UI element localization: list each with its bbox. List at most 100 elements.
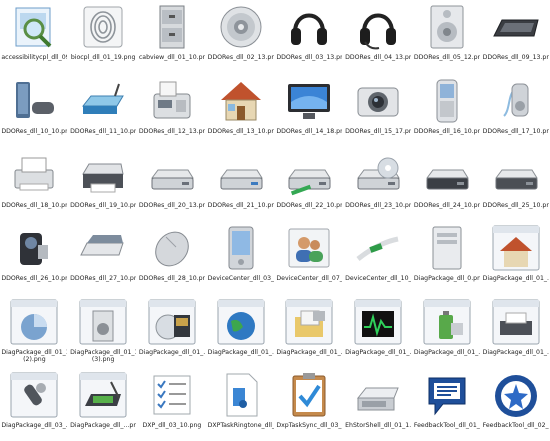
computer-tower-icon xyxy=(421,223,473,273)
file-tile[interactable]: DDORes_dll_09_13.png xyxy=(481,0,550,74)
file-tile[interactable]: DDORes_dll_19_10.png xyxy=(69,148,138,221)
file-name-label: DiagPackage_dll_01_... xyxy=(413,349,480,356)
file-tile[interactable]: DDORes_dll_05_12.png xyxy=(413,0,482,74)
file-tile[interactable]: DDORes_dll_21_10.png xyxy=(206,148,275,221)
file-tile[interactable]: DiagPackage_dll_01_13 (3).png xyxy=(69,295,138,368)
file-tile[interactable]: DDORes_dll_23_10.png xyxy=(344,148,413,221)
globe-window-icon xyxy=(215,297,267,347)
file-tile[interactable]: DiagPackage_dll_0.png xyxy=(413,221,482,295)
file-name-label: DDORes_dll_14_18.png xyxy=(276,128,343,135)
file-tile[interactable]: DDORes_dll_25_10.png xyxy=(481,148,550,221)
file-name-label: DXPTaskRingtone_dll_... xyxy=(207,422,274,429)
file-tile[interactable]: DDORes_dll_14_18.png xyxy=(275,74,344,148)
file-name-label: FeedbackTool_dll_01_... xyxy=(413,422,480,429)
file-tile[interactable]: DDORes_dll_10_10.png xyxy=(0,74,69,148)
file-name-label: DDORes_dll_15_17.png xyxy=(345,128,412,135)
file-tile[interactable]: DeviceCenter_dll_07_... xyxy=(275,221,344,295)
users-icon xyxy=(283,223,335,273)
file-name-label: DeviceCenter_dll_07_... xyxy=(276,275,343,282)
cabinet-file-icon xyxy=(146,2,198,52)
clipboard-check-icon xyxy=(283,370,335,420)
file-tile[interactable]: DiagPackage_dll_01_... xyxy=(138,295,207,368)
file-name-label: DDORes_dll_18_10.png xyxy=(1,202,68,209)
file-name-label: DDORes_dll_17_10.png xyxy=(482,128,549,135)
file-tile[interactable]: accessibilitycpl_dll_09_... xyxy=(0,0,69,74)
file-tile[interactable]: DDORes_dll_13_10.png xyxy=(206,74,275,148)
file-tile[interactable]: DiagPackage_dll_01_... xyxy=(413,295,482,368)
file-tile[interactable]: DiagPackage_dll_01_13 (2).png xyxy=(0,295,69,368)
scanner-icon xyxy=(77,223,129,273)
pen-tablet-window-icon xyxy=(77,370,129,420)
file-name-label: cabview_dll_01_10.png xyxy=(138,54,205,61)
file-name-label: accessibilitycpl_dll_09_... xyxy=(1,54,67,61)
file-tile[interactable]: DeviceCenter_dll_10_... xyxy=(344,221,413,295)
file-tile[interactable]: DDORes_dll_22_10.png xyxy=(275,148,344,221)
file-tile[interactable]: DeviceCenter_dll_03_... xyxy=(206,221,275,295)
monitor-icon xyxy=(283,76,335,126)
drive-dark-icon xyxy=(490,150,542,200)
drive-icon xyxy=(146,150,198,200)
file-name-label: DDORes_dll_25_10.png xyxy=(482,202,549,209)
network-drive-icon xyxy=(283,150,335,200)
folder-window-icon xyxy=(283,297,335,347)
file-tile[interactable]: DDORes_dll_18_10.png xyxy=(0,148,69,221)
file-name-label: DiagPackage_dll_01_... xyxy=(276,349,343,356)
keyboard-icon xyxy=(490,2,542,52)
file-tile[interactable]: DDORes_dll_26_10.png xyxy=(0,221,69,295)
game-console-icon xyxy=(8,76,60,126)
printer-window-icon xyxy=(490,297,542,347)
mobile-phone-icon xyxy=(421,76,473,126)
file-tile[interactable]: DXP_dll_03_10.png xyxy=(138,368,207,441)
feedback-circle-icon xyxy=(490,370,542,420)
file-tile[interactable]: DDORes_dll_12_13.png xyxy=(138,74,207,148)
file-name-label: biocpl_dll_01_19.png xyxy=(70,54,136,61)
file-tile[interactable]: FeedbackTool_dll_02_... xyxy=(481,368,550,441)
file-name-label: DDORes_dll_12_13.png xyxy=(138,128,205,135)
file-tile[interactable]: DDORes_dll_27_10.png xyxy=(69,221,138,295)
microphone-window-icon xyxy=(8,370,60,420)
file-tile[interactable]: DDORes_dll_04_13.png xyxy=(344,0,413,74)
file-tile[interactable]: DDORes_dll_17_10.png xyxy=(481,74,550,148)
speaker-box-icon xyxy=(421,2,473,52)
file-name-label: DiagPackage_dll_0.png xyxy=(413,275,480,282)
file-name-label: DDORes_dll_10_10.png xyxy=(1,128,68,135)
printer-large-icon xyxy=(77,150,129,200)
file-tile[interactable]: DDORes_dll_28_10.png xyxy=(138,221,207,295)
file-name-label: DDORes_dll_20_13.png xyxy=(138,202,205,209)
file-tile[interactable]: DiagPackage_dll_01_... xyxy=(481,221,550,295)
file-tile[interactable]: DDORes_dll_03_13.png xyxy=(275,0,344,74)
file-tile[interactable]: DiagPackage_dll_03_... xyxy=(0,368,69,441)
camcorder-icon xyxy=(8,223,60,273)
file-tile[interactable]: DDORes_dll_02_13.png xyxy=(206,0,275,74)
file-name-label: DDORes_dll_21_10.png xyxy=(207,202,274,209)
magnifier-document-icon xyxy=(8,2,60,52)
file-name-label: DDORes_dll_03_13.png xyxy=(276,54,343,61)
file-tile[interactable]: EhStorShell_dll_01_1... xyxy=(344,368,413,441)
file-tile[interactable]: DDORes_dll_24_10.png xyxy=(413,148,482,221)
printer-icon xyxy=(8,150,60,200)
file-tile[interactable]: DiagPackage_dll_01_... xyxy=(481,295,550,368)
file-tile[interactable]: DDORes_dll_20_13.png xyxy=(138,148,207,221)
headset-icon xyxy=(352,2,404,52)
file-name-label: DiagPackage_dll_03_... xyxy=(1,422,68,429)
file-tile[interactable]: FeedbackTool_dll_01_... xyxy=(413,368,482,441)
file-tile[interactable]: DiagPackage_dll_01_... xyxy=(206,295,275,368)
file-tile[interactable]: DiagPackage_dll_01_... xyxy=(344,295,413,368)
file-tile[interactable]: DiagPackage_dll_01_... xyxy=(275,295,344,368)
file-name-label: FeedbackTool_dll_02_... xyxy=(482,422,549,429)
file-name-label: DxpTaskSync_dll_03_... xyxy=(276,422,343,429)
file-tile[interactable]: DiagPackage_dll_...png xyxy=(69,368,138,441)
file-tile[interactable]: DDORes_dll_16_10.png xyxy=(413,74,482,148)
camera-icon xyxy=(352,76,404,126)
file-tile[interactable]: DXPTaskRingtone_dll_... xyxy=(206,368,275,441)
file-name-label: DiagPackage_dll_01_13 (3).png xyxy=(70,349,137,363)
file-name-label: DeviceCenter_dll_03_... xyxy=(207,275,274,282)
pie-chart-window-icon xyxy=(8,297,60,347)
file-name-label: DDORes_dll_05_12.png xyxy=(413,54,480,61)
file-tile[interactable]: biocpl_dll_01_19.png xyxy=(69,0,138,74)
file-tile[interactable]: DDORes_dll_11_10.png xyxy=(69,74,138,148)
file-tile[interactable]: cabview_dll_01_10.png xyxy=(138,0,207,74)
file-tile[interactable]: DxpTaskSync_dll_03_... xyxy=(275,368,344,441)
file-name-label: DDORes_dll_27_10.png xyxy=(70,275,137,282)
file-tile[interactable]: DDORes_dll_15_17.png xyxy=(344,74,413,148)
